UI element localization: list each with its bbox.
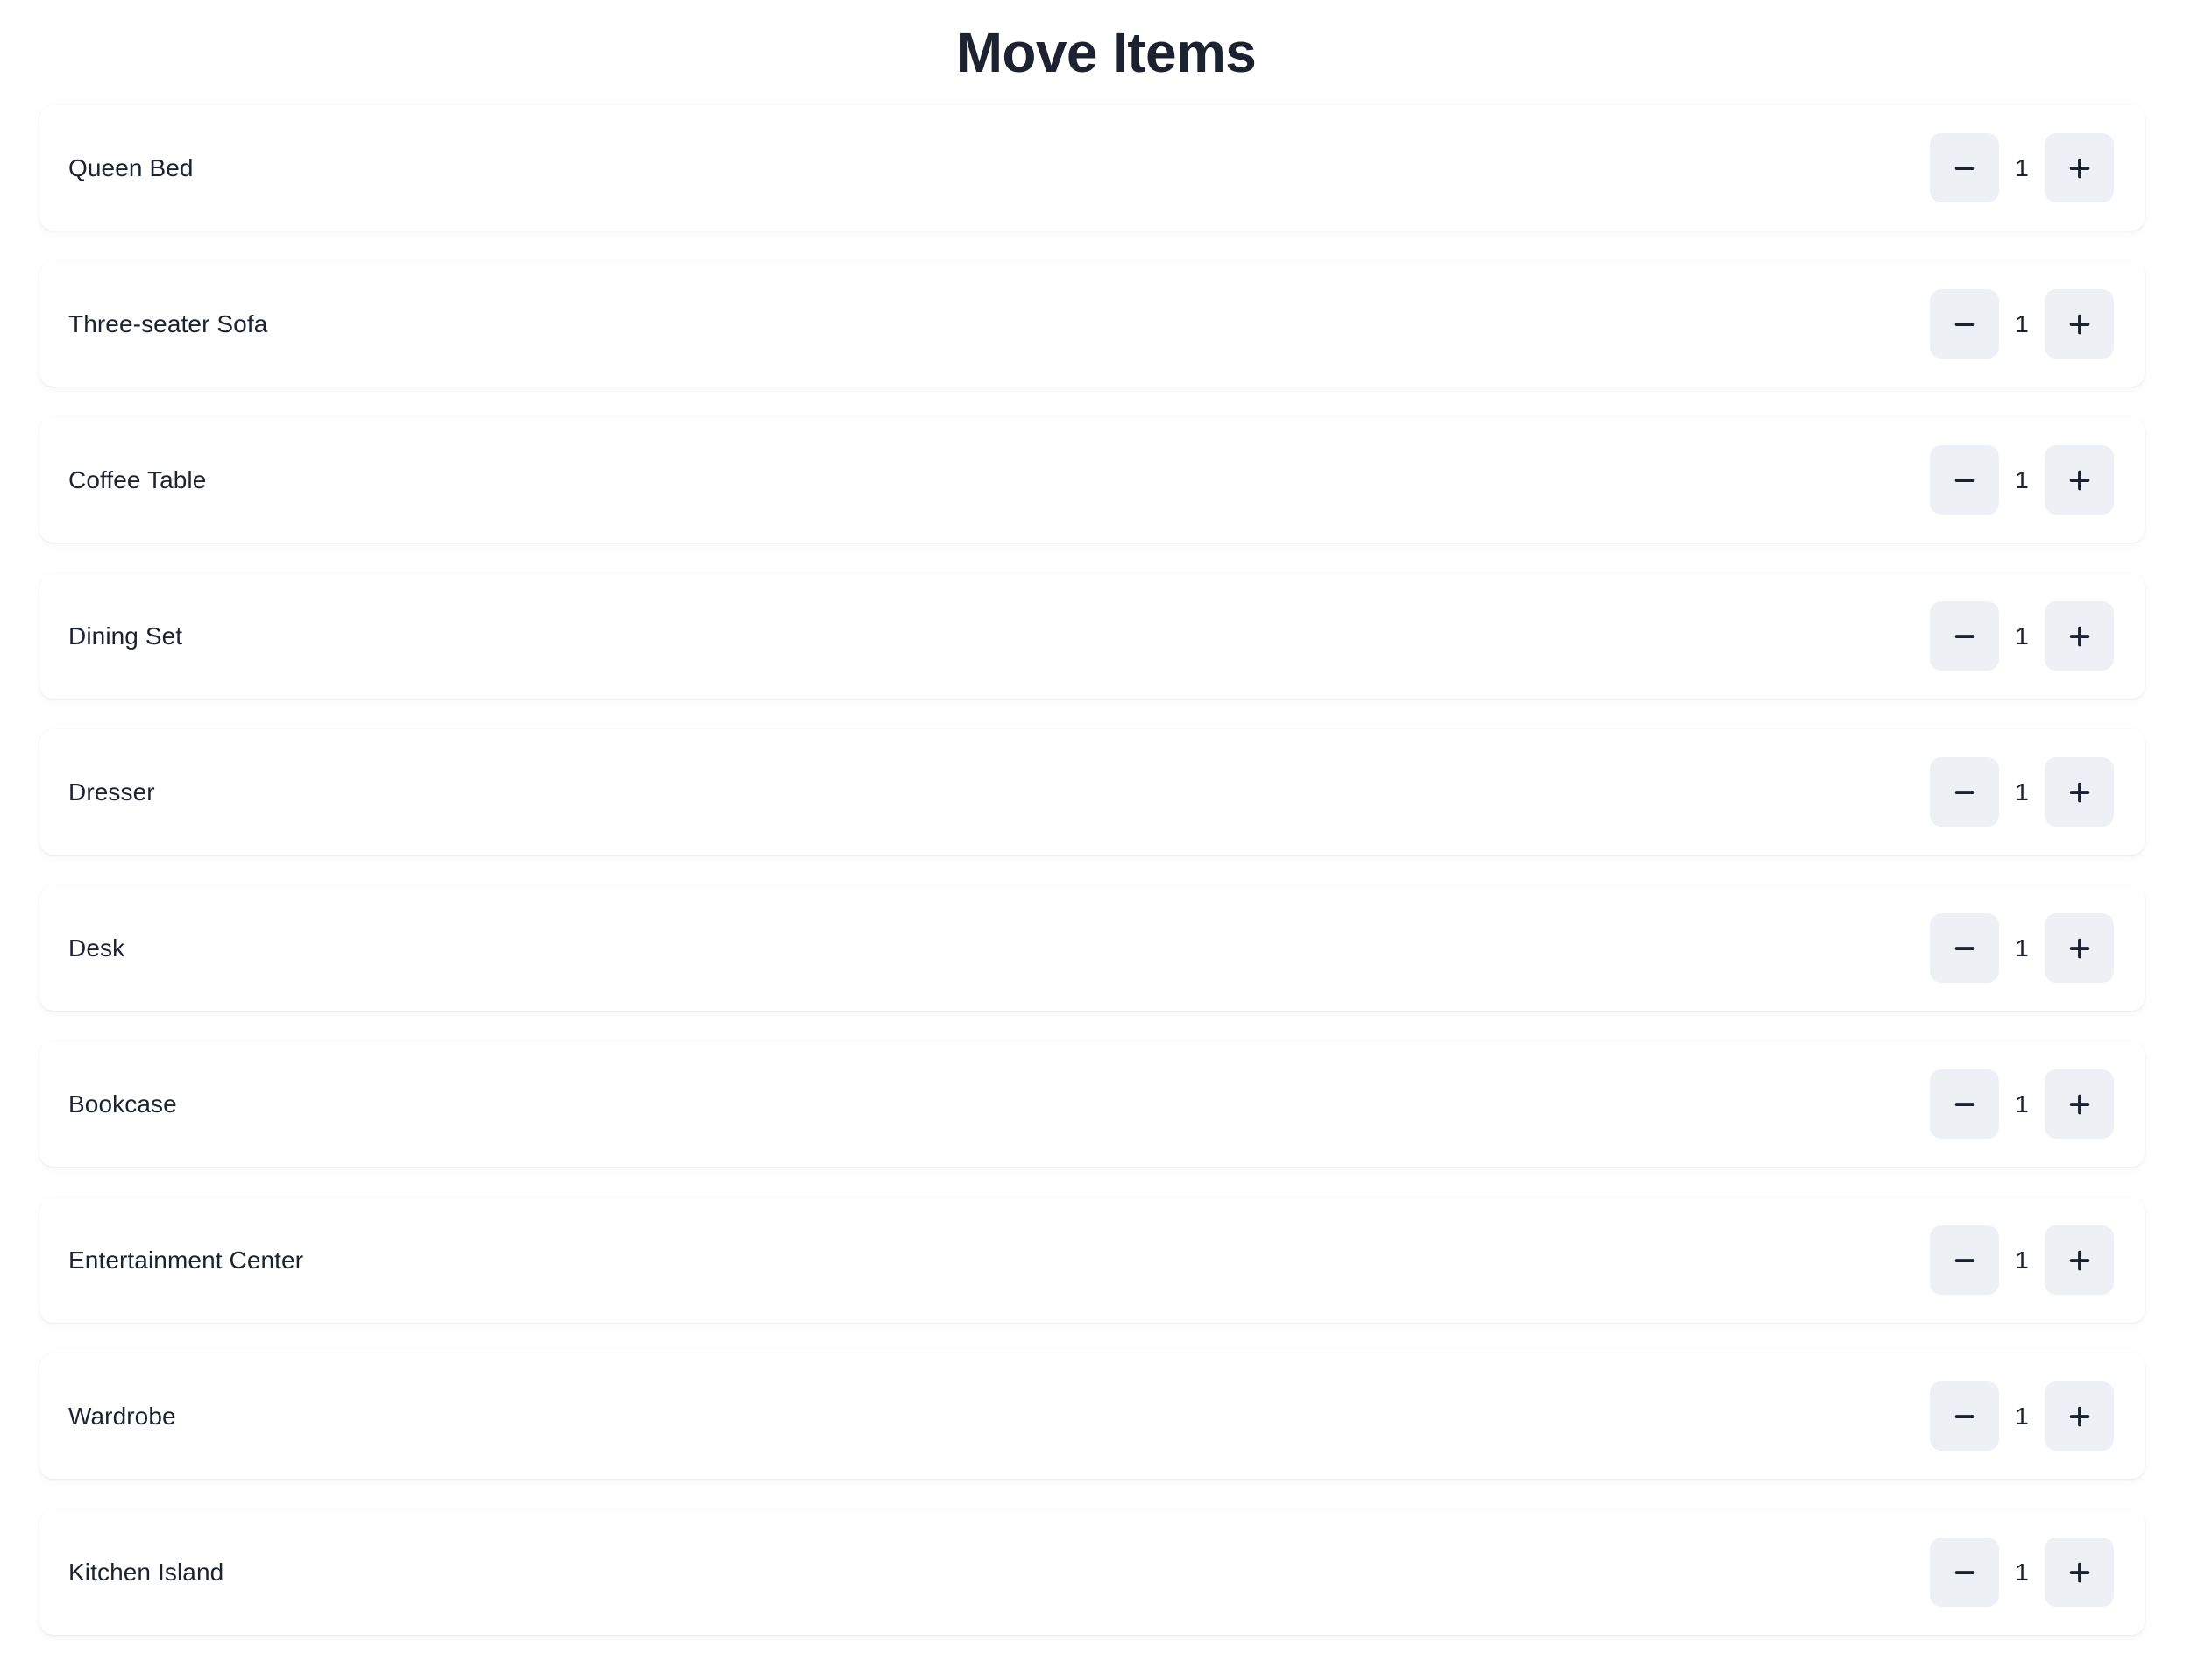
plus-icon [2067, 1403, 2093, 1430]
increase-quantity-button[interactable] [2045, 133, 2114, 202]
minus-icon [1952, 779, 1978, 806]
quantity-stepper: 1 [1930, 601, 2114, 671]
increase-quantity-button[interactable] [2045, 1069, 2114, 1139]
quantity-stepper: 1 [1930, 1381, 2114, 1451]
quantity-value: 1 [2015, 465, 2029, 494]
quantity-value: 1 [2015, 934, 2029, 962]
quantity-stepper: 1 [1930, 1069, 2114, 1139]
quantity-stepper: 1 [1930, 913, 2114, 983]
list-item: Queen Bed 1 [39, 105, 2145, 231]
minus-icon [1952, 1403, 1978, 1430]
list-item: Dresser 1 [39, 729, 2145, 855]
list-item: Coffee Table 1 [39, 417, 2145, 543]
quantity-stepper: 1 [1930, 133, 2114, 202]
plus-icon [2067, 155, 2093, 181]
minus-icon [1952, 1559, 1978, 1586]
item-name: Three-seater Sofa [68, 309, 268, 337]
quantity-stepper: 1 [1930, 445, 2114, 515]
plus-icon [2067, 1091, 2093, 1118]
list-item: Entertainment Center 1 [39, 1197, 2145, 1323]
plus-icon [2067, 935, 2093, 962]
plus-icon [2067, 779, 2093, 806]
minus-icon [1952, 311, 1978, 337]
minus-icon [1952, 1247, 1978, 1274]
increase-quantity-button[interactable] [2045, 289, 2114, 359]
quantity-value: 1 [2015, 309, 2029, 337]
page-title: Move Items [955, 21, 1257, 84]
quantity-stepper: 1 [1930, 289, 2114, 359]
plus-icon [2067, 311, 2093, 337]
increase-quantity-button[interactable] [2045, 601, 2114, 671]
list-item: Desk 1 [39, 885, 2145, 1011]
move-items-page: Move Items Queen Bed 1 Three-seater Sofa… [0, 0, 2212, 1676]
quantity-value: 1 [2015, 1402, 2029, 1430]
minus-icon [1952, 623, 1978, 650]
decrease-quantity-button[interactable] [1930, 601, 1999, 671]
item-name: Desk [68, 934, 125, 962]
quantity-value: 1 [2015, 778, 2029, 806]
minus-icon [1952, 467, 1978, 494]
item-name: Dining Set [68, 621, 183, 650]
minus-icon [1952, 155, 1978, 181]
quantity-stepper: 1 [1930, 1538, 2114, 1607]
minus-icon [1952, 1091, 1978, 1118]
increase-quantity-button[interactable] [2045, 1538, 2114, 1607]
item-name: Queen Bed [68, 153, 194, 181]
decrease-quantity-button[interactable] [1930, 1538, 1999, 1607]
list-item: Dining Set 1 [39, 573, 2145, 699]
list-item: Three-seater Sofa 1 [39, 261, 2145, 387]
item-name: Dresser [68, 778, 155, 806]
quantity-stepper: 1 [1930, 1225, 2114, 1295]
plus-icon [2067, 467, 2093, 494]
quantity-value: 1 [2015, 1090, 2029, 1118]
increase-quantity-button[interactable] [2045, 1225, 2114, 1295]
decrease-quantity-button[interactable] [1930, 445, 1999, 515]
quantity-value: 1 [2015, 1246, 2029, 1274]
decrease-quantity-button[interactable] [1930, 1381, 1999, 1451]
list-item: Wardrobe 1 [39, 1353, 2145, 1479]
list-item: Kitchen Island 1 [39, 1509, 2145, 1635]
plus-icon [2067, 623, 2093, 650]
item-name: Kitchen Island [68, 1558, 224, 1586]
item-name: Wardrobe [68, 1402, 176, 1430]
quantity-value: 1 [2015, 621, 2029, 650]
decrease-quantity-button[interactable] [1930, 913, 1999, 983]
decrease-quantity-button[interactable] [1930, 289, 1999, 359]
decrease-quantity-button[interactable] [1930, 1069, 1999, 1139]
item-name: Bookcase [68, 1090, 177, 1118]
quantity-value: 1 [2015, 1558, 2029, 1586]
plus-icon [2067, 1559, 2093, 1586]
increase-quantity-button[interactable] [2045, 913, 2114, 983]
list-item: Bookcase 1 [39, 1041, 2145, 1167]
decrease-quantity-button[interactable] [1930, 1225, 1999, 1295]
increase-quantity-button[interactable] [2045, 1381, 2114, 1451]
quantity-value: 1 [2015, 153, 2029, 181]
quantity-stepper: 1 [1930, 757, 2114, 827]
plus-icon [2067, 1247, 2093, 1274]
move-items-list: Queen Bed 1 Three-seater Sofa 1 Coffee T… [39, 105, 2145, 1635]
item-name: Entertainment Center [68, 1246, 304, 1274]
decrease-quantity-button[interactable] [1930, 133, 1999, 202]
increase-quantity-button[interactable] [2045, 445, 2114, 515]
minus-icon [1952, 935, 1978, 962]
decrease-quantity-button[interactable] [1930, 757, 1999, 827]
increase-quantity-button[interactable] [2045, 757, 2114, 827]
item-name: Coffee Table [68, 465, 207, 494]
